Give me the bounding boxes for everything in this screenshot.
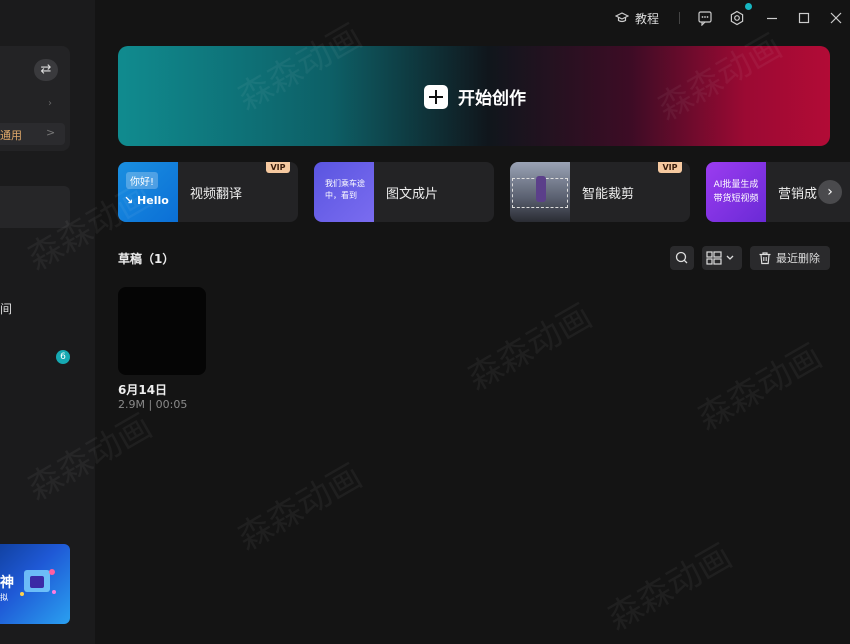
minimize-icon[interactable] xyxy=(764,10,780,26)
settings-icon[interactable] xyxy=(729,10,745,26)
thumb-text: 你好! xyxy=(126,172,159,189)
title-bar: 教程 xyxy=(95,0,850,36)
sidebar-item-home[interactable] xyxy=(0,186,70,228)
drafts-title: 草稿（1） xyxy=(118,252,175,266)
tool-label: 视频翻译 xyxy=(190,187,243,202)
promo-banner-title: 神 xyxy=(0,575,14,591)
recent-deleted-button[interactable]: 最近删除 xyxy=(750,246,830,270)
grid-view-icon xyxy=(706,251,734,265)
maximize-icon[interactable] xyxy=(796,10,812,26)
tool-video-translate[interactable]: 你好! ↘ Hello 视频翻译 VIP xyxy=(118,162,298,222)
plus-icon xyxy=(424,84,448,109)
notification-badge: 6 xyxy=(56,350,70,364)
promo-banner[interactable]: 神 拟 xyxy=(0,544,70,624)
watermark: 森森动画 xyxy=(600,536,739,639)
tool-thumbnail: 我们乘车途 中，看到 xyxy=(314,162,374,222)
draft-thumbnail[interactable] xyxy=(118,287,206,375)
tool-label: 智能裁剪 xyxy=(582,187,635,202)
draft-name[interactable]: 6月14日 xyxy=(118,381,167,398)
vip-badge: VIP xyxy=(658,162,682,173)
start-creating-label: 开始创作 xyxy=(458,89,526,109)
tool-text-to-video[interactable]: 我们乘车途 中，看到 图文成片 xyxy=(314,162,494,222)
watermark: 森森动画 xyxy=(230,456,369,559)
start-creating-content: 开始创作 xyxy=(424,84,526,109)
thumb-text: ↘ Hello xyxy=(124,194,169,207)
search-button[interactable] xyxy=(670,246,694,270)
swap-icon[interactable]: ⇄ xyxy=(34,59,58,81)
membership-row-label: 通用 xyxy=(0,129,22,142)
divider xyxy=(679,12,680,24)
draft-meta: 2.9M | 00:05 xyxy=(118,398,188,411)
graduation-cap-icon xyxy=(615,12,629,23)
chevron-right-icon: > xyxy=(46,126,56,139)
tool-smart-crop[interactable]: 智能裁剪 VIP xyxy=(510,162,690,222)
sidebar-item-space-label[interactable]: 间 xyxy=(0,300,12,317)
watermark: 森森动画 xyxy=(460,296,599,399)
scroll-right-button[interactable]: › xyxy=(818,180,842,204)
thumb-text: AI批量生成 带货短视频 xyxy=(713,180,759,204)
feedback-icon[interactable] xyxy=(697,10,713,26)
person-figure xyxy=(536,176,546,202)
recent-deleted-label: 最近删除 xyxy=(776,252,820,265)
update-dot xyxy=(745,3,752,10)
tool-thumbnail: AI批量生成 带货短视频 xyxy=(706,162,766,222)
tutorial-label: 教程 xyxy=(635,11,660,26)
thumb-text: 我们乘车途 中，看到 xyxy=(325,179,365,200)
vip-badge: VIP xyxy=(266,162,290,173)
tool-label: 营销成 xyxy=(778,187,818,202)
start-creating-button[interactable]: 开始创作 xyxy=(118,46,830,146)
promo-banner-subtitle: 拟 xyxy=(0,593,8,602)
tool-thumbnail xyxy=(510,162,570,222)
tool-thumbnail: 你好! ↘ Hello xyxy=(118,162,178,222)
trash-icon xyxy=(759,252,771,265)
chevron-right-icon: › xyxy=(48,98,52,109)
close-icon[interactable] xyxy=(828,10,844,26)
promo-illustration xyxy=(20,569,56,596)
tutorial-button[interactable]: 教程 xyxy=(615,9,659,27)
view-mode-button[interactable] xyxy=(702,246,742,270)
sidebar: ⇄ › 通用 > 间 6 神 拟 xyxy=(0,0,95,644)
watermark: 森森动画 xyxy=(690,336,829,439)
tool-label: 图文成片 xyxy=(386,187,439,202)
search-icon xyxy=(675,251,688,264)
